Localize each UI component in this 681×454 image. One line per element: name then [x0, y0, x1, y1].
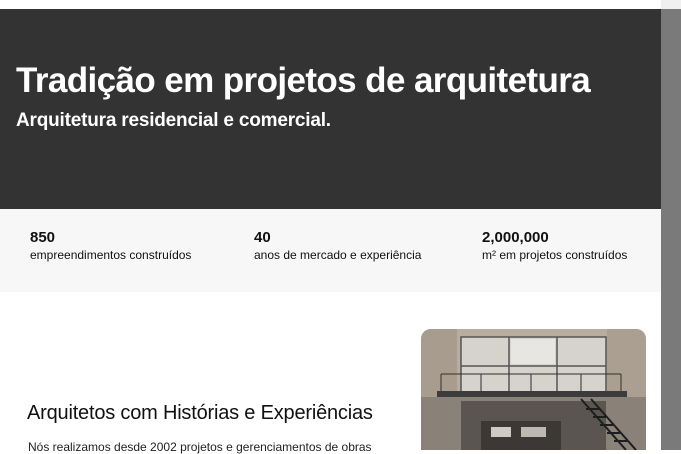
stats-bar: 850 empreendimentos construídos 40 anos …: [0, 209, 661, 292]
about-text: Nós realizamos desde 2002 projetos e ger…: [28, 440, 372, 454]
stat-label: m² em projetos construídos: [482, 248, 628, 262]
stat-projects: 850 empreendimentos construídos: [30, 229, 191, 263]
scrollbar[interactable]: [661, 0, 681, 450]
hero-subtitle: Arquitetura residencial e comercial.: [16, 110, 331, 131]
hero-banner: Tradição em projetos de arquitetura Arqu…: [0, 9, 661, 209]
stat-value: 2,000,000: [482, 229, 549, 246]
stat-label: empreendimentos construídos: [30, 248, 192, 262]
hero-title: Tradição em projetos de arquitetura: [16, 61, 591, 100]
top-edge: [0, 0, 661, 9]
stat-label: anos de mercado e experiência: [254, 248, 422, 262]
interior-photo-illustration: [421, 329, 646, 450]
stat-value: 40: [254, 229, 271, 246]
architecture-photo: [421, 329, 646, 450]
scrollbar-track: [661, 0, 681, 9]
about-heading: Arquitetos com Histórias e Experiências: [27, 402, 373, 424]
stat-value: 850: [30, 229, 56, 246]
stat-area: 2,000,000 m² em projetos construídos: [482, 229, 627, 263]
stat-years: 40 anos de mercado e experiência: [254, 229, 421, 263]
